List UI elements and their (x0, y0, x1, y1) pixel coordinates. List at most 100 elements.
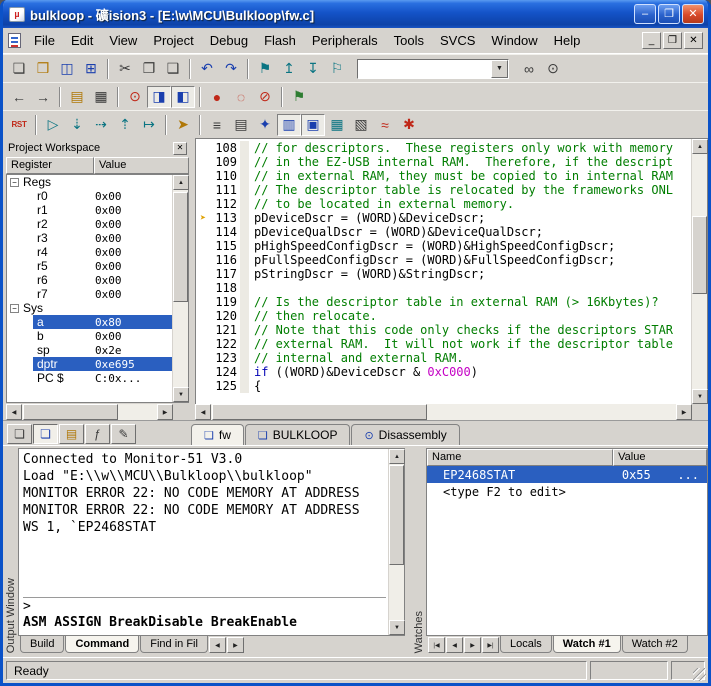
breakpoint-disable-icon[interactable]: ◌ (229, 86, 253, 108)
menu-item[interactable]: File (26, 30, 63, 51)
next-tab-icon[interactable]: ▶ (227, 637, 244, 653)
code-line[interactable]: ➤ 113 pDeviceDscr = (WORD)&DeviceDscr; (196, 211, 691, 225)
output-tab[interactable]: Build (20, 636, 64, 653)
watch-more[interactable]: ... (677, 468, 707, 482)
scroll-thumb[interactable] (23, 404, 118, 420)
open-file-icon[interactable]: ❒ (31, 58, 55, 80)
code-line[interactable]: 118 (196, 281, 691, 295)
breakpoint-margin[interactable] (240, 323, 249, 337)
close-button[interactable]: ✕ (682, 4, 704, 24)
breakpoint-margin[interactable] (240, 169, 249, 183)
document-tab[interactable]: ❏ BULKLOOP (245, 424, 351, 445)
breakpoint-margin[interactable] (240, 253, 249, 267)
save-all-icon[interactable]: ⊞ (79, 58, 103, 80)
menu-item[interactable]: Help (546, 30, 589, 51)
command-output[interactable]: Connected to Monitor-51 V3.0Load "E:\\w\… (19, 449, 388, 635)
register-row[interactable]: − r6 0x00 (7, 273, 172, 287)
toolbar-combobox[interactable]: ▼ (357, 59, 509, 79)
functions-view-icon[interactable]: ƒ (85, 424, 110, 444)
collapse-icon[interactable]: − (10, 304, 19, 313)
scroll-down-icon[interactable]: ▼ (389, 620, 405, 635)
collapse-icon[interactable]: − (10, 178, 19, 187)
mdi-close-button[interactable]: ✕ (684, 32, 703, 49)
scroll-left-icon[interactable]: ◀ (195, 404, 211, 420)
next-tab-icon[interactable]: ▶ (464, 637, 481, 653)
find-icon[interactable]: ⊙ (541, 58, 565, 80)
step-out-icon[interactable]: ⇡ (113, 114, 137, 136)
prev-tab-icon[interactable]: ◀ (209, 637, 226, 653)
redo-icon[interactable]: ↷ (219, 58, 243, 80)
scroll-up-icon[interactable]: ▲ (692, 139, 708, 154)
flag-icon[interactable]: ⚑ (287, 86, 311, 108)
mixed-mode-icon[interactable]: ◨ (147, 86, 171, 108)
code-line[interactable]: 114 pDeviceQualDscr = (WORD)&DeviceQualD… (196, 225, 691, 239)
print-icon[interactable]: ▦ (89, 86, 113, 108)
breakpoint-margin[interactable] (240, 211, 249, 225)
run-to-cursor-icon[interactable]: ↦ (137, 114, 161, 136)
bookmark-next-icon[interactable]: ↧ (301, 58, 325, 80)
breakpoint-margin[interactable] (240, 141, 249, 155)
workspace-horizontal-scrollbar[interactable]: ◀ ▶ (6, 404, 173, 420)
prev-tab-icon[interactable]: ◀ (446, 637, 463, 653)
breakpoint-margin[interactable] (240, 239, 249, 253)
titlebar[interactable]: µ bulkloop - 礦ision3 - [E:\w\MCU\Bulkloo… (3, 0, 708, 28)
bookmark-prev-icon[interactable]: ↥ (277, 58, 301, 80)
register-row[interactable]: − Regs (7, 175, 172, 189)
menu-item[interactable]: Flash (256, 30, 304, 51)
breakpoint-margin[interactable] (240, 365, 249, 379)
symbols-window-icon[interactable]: ✦ (253, 114, 277, 136)
new-file-icon[interactable]: ❏ (7, 58, 31, 80)
code-line[interactable]: 116 pFullSpeedConfigDscr = (WORD)&FullSp… (196, 253, 691, 267)
menu-item[interactable]: Peripherals (304, 30, 386, 51)
watch-row[interactable]: <type F2 to edit> (427, 483, 707, 500)
code-line[interactable]: 125 { (196, 379, 691, 393)
analyzer-window-icon[interactable]: ≈ (373, 114, 397, 136)
scroll-right-icon[interactable]: ▶ (157, 404, 173, 420)
output-tab[interactable]: Find in Fil (140, 636, 208, 653)
menu-item[interactable]: Window (483, 30, 545, 51)
scroll-thumb[interactable] (173, 192, 188, 302)
code-editor[interactable]: 108 // for descriptors. These registers … (196, 139, 691, 404)
copy-icon[interactable]: ❐ (137, 58, 161, 80)
cut-icon[interactable]: ✂ (113, 58, 137, 80)
workspace-vertical-scrollbar[interactable]: ▲ ▼ (172, 175, 188, 402)
reset-icon[interactable]: RST (7, 114, 31, 136)
breakpoint-margin[interactable] (240, 337, 249, 351)
register-row[interactable]: − r4 0x00 (7, 245, 172, 259)
workspace-close-icon[interactable]: ✕ (173, 142, 187, 155)
register-row[interactable]: − a 0x80 (7, 315, 172, 329)
breakpoint-margin[interactable] (240, 351, 249, 365)
code-line[interactable]: 110 // in external RAM, they must be cop… (196, 169, 691, 183)
watch-tab[interactable]: Watch #2 (622, 636, 688, 653)
watch-value-column-header[interactable]: Value (613, 449, 707, 466)
scroll-right-icon[interactable]: ▶ (676, 404, 692, 420)
output-vertical-scrollbar[interactable]: ▲ ▼ (388, 449, 404, 635)
last-tab-icon[interactable]: ▶| (482, 637, 499, 653)
register-row[interactable]: − r2 0x00 (7, 217, 172, 231)
toolbox-icon[interactable]: ✱ (397, 114, 421, 136)
document-tab[interactable]: ❏ fw (191, 424, 244, 445)
menu-item[interactable]: Edit (63, 30, 101, 51)
code-line[interactable]: 117 pStringDscr = (WORD)&StringDscr; (196, 267, 691, 281)
paste-icon[interactable]: ❑ (161, 58, 185, 80)
breakpoint-margin[interactable] (240, 379, 249, 393)
books-window-icon[interactable]: ▤ (65, 86, 89, 108)
scroll-down-icon[interactable]: ▼ (692, 389, 708, 404)
watch-tab[interactable]: Watch #1 (553, 636, 621, 653)
scroll-thumb[interactable] (389, 465, 404, 565)
code-line[interactable]: 124 if ((WORD)&DeviceDscr & 0xC000 ) (196, 365, 691, 379)
find-in-files-icon[interactable]: ∞ (517, 58, 541, 80)
breakpoint-margin[interactable] (240, 267, 249, 281)
code-line[interactable]: 111 // The descriptor table is relocated… (196, 183, 691, 197)
first-tab-icon[interactable]: |◀ (428, 637, 445, 653)
code-line[interactable]: 119 // Is the descriptor table in extern… (196, 295, 691, 309)
command-prompt[interactable]: > (23, 599, 386, 615)
registers-view-icon[interactable]: ❏ (33, 424, 58, 444)
register-row[interactable]: − r0 0x00 (7, 189, 172, 203)
register-row[interactable]: − sp 0x2e (7, 343, 172, 357)
code-line[interactable]: 112 // to be located in external memory. (196, 197, 691, 211)
watch-window-icon[interactable]: ▣ (301, 114, 325, 136)
undo-icon[interactable]: ↶ (195, 58, 219, 80)
scroll-down-icon[interactable]: ▼ (173, 387, 189, 402)
breakpoint-margin[interactable] (240, 225, 249, 239)
